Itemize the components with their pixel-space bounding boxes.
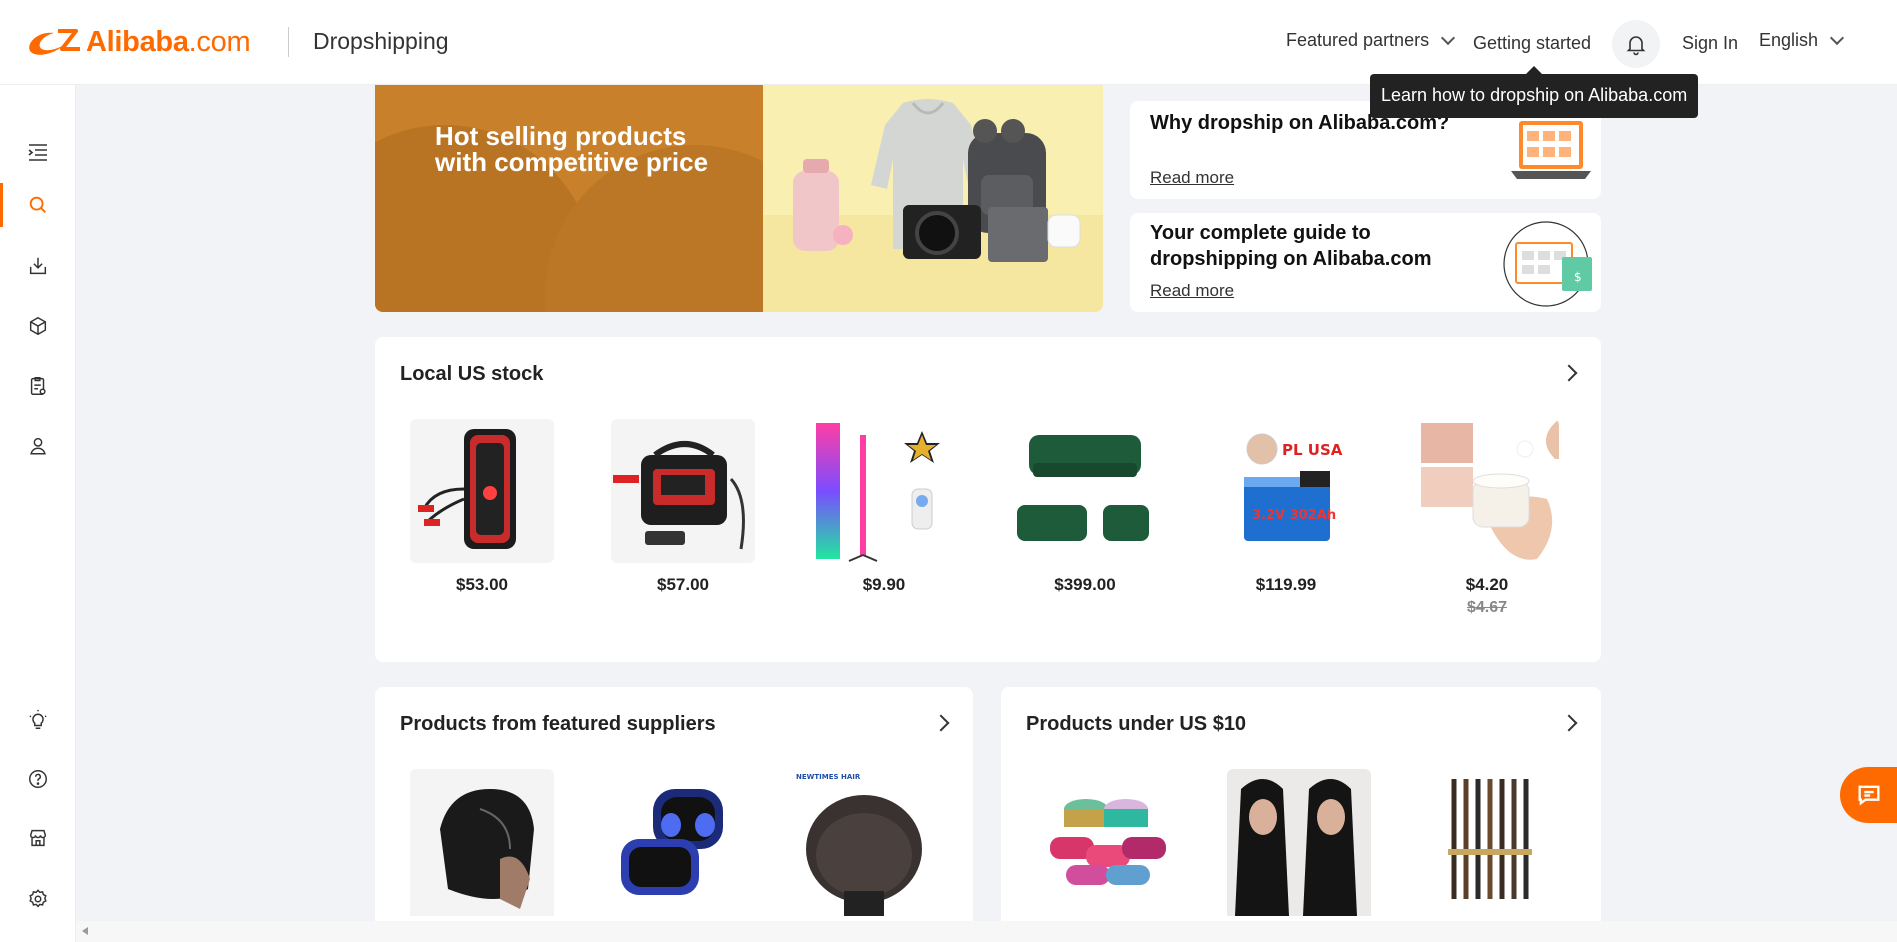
dropship-guide-title: Your complete guide to dropshipping on A…: [1150, 222, 1432, 270]
sidebar-menu-toggle[interactable]: [0, 129, 76, 177]
user-icon: [30, 437, 46, 455]
product-card[interactable]: [1418, 769, 1562, 916]
under-10-arrow-icon[interactable]: [1560, 714, 1578, 732]
language-label: English: [1759, 30, 1819, 50]
featured-suppliers-section: Products from featured suppliers NEWTIME…: [375, 687, 973, 921]
product-image: PL USA 3.2V 302Ah: [1214, 419, 1358, 563]
box-icon: [29, 316, 47, 336]
under-10-section: Products under US $10: [1001, 687, 1601, 921]
svg-text:NEWTIMES HAIR: NEWTIMES HAIR: [796, 773, 861, 781]
logo-text: Alibaba.com: [86, 25, 251, 58]
product-card[interactable]: PL USA 3.2V 302Ah $119.99: [1214, 419, 1358, 595]
product-price: $9.90: [862, 575, 906, 594]
product-price: $119.99: [1255, 575, 1317, 594]
featured-suppliers-arrow-icon[interactable]: [932, 714, 950, 732]
featured-suppliers-title: Products from featured suppliers: [400, 713, 716, 735]
product-card[interactable]: $4.20 $4.67: [1415, 419, 1559, 617]
product-price: $57.00: [657, 575, 709, 594]
clipboard-icon: [30, 377, 46, 395]
product-card[interactable]: $9.90: [812, 419, 956, 595]
product-original-price: $4.67: [1466, 599, 1508, 616]
dropship-guide-card[interactable]: Your complete guide to dropshipping on A…: [1130, 213, 1601, 312]
sidebar-item-store[interactable]: [0, 814, 76, 862]
banner-text-panel: Hot selling products with competitive pr…: [375, 85, 763, 312]
product-price: $399.00: [1054, 575, 1116, 594]
download-icon: [29, 257, 47, 275]
help-icon: [29, 770, 47, 788]
svg-text:$: $: [1574, 270, 1582, 284]
featured-partners-menu[interactable]: Featured partners: [1286, 30, 1456, 51]
product-image: NEWTIMES HAIR: [792, 769, 936, 916]
settings-icon: [29, 889, 47, 908]
lightbulb-icon: [29, 709, 47, 729]
product-image: [611, 419, 755, 563]
product-card[interactable]: $53.00: [410, 419, 554, 595]
menu-expand-icon: [28, 144, 47, 161]
chat-button[interactable]: [1840, 767, 1897, 823]
getting-started-link[interactable]: Getting started: [1473, 33, 1591, 54]
sidebar-item-account[interactable]: [0, 422, 76, 470]
sidebar-item-search[interactable]: [0, 181, 76, 229]
sidebar-item-import[interactable]: [0, 242, 76, 290]
product-card[interactable]: [1227, 769, 1371, 916]
why-dropship-read-more-link[interactable]: Read more: [1150, 168, 1234, 188]
product-card[interactable]: NEWTIMES HAIR: [792, 769, 936, 916]
chevron-down-icon: [1441, 30, 1456, 45]
local-us-stock-title: Local US stock: [400, 363, 544, 385]
featured-partners-label: Featured partners: [1286, 30, 1430, 50]
guide-illustration: $: [1503, 221, 1592, 307]
sidebar-item-help[interactable]: [0, 755, 76, 803]
under-10-title: Products under US $10: [1026, 713, 1247, 735]
left-sidebar: [0, 85, 76, 942]
product-image: [601, 769, 745, 916]
dropship-guide-read-more-link[interactable]: Read more: [1150, 281, 1234, 301]
product-image: [1013, 419, 1157, 563]
product-image: [410, 769, 554, 916]
svg-text:3.2V 302Ah: 3.2V 302Ah: [1252, 508, 1336, 523]
horizontal-scrollbar[interactable]: [76, 921, 1897, 942]
store-icon: [29, 829, 47, 847]
chevron-down-icon: [1829, 30, 1845, 45]
product-price: $53.00: [456, 575, 508, 594]
sidebar-item-tips[interactable]: [0, 696, 76, 744]
product-image: [812, 419, 956, 563]
sign-in-link[interactable]: Sign In: [1682, 33, 1738, 54]
product-image: [1227, 769, 1371, 916]
product-card[interactable]: [1036, 769, 1180, 916]
getting-started-tooltip: Learn how to dropship on Alibaba.com: [1370, 66, 1699, 118]
product-card[interactable]: $57.00: [611, 419, 755, 595]
sidebar-item-orders[interactable]: [0, 362, 76, 410]
search-icon: [29, 196, 46, 213]
product-image: [1036, 769, 1180, 916]
language-selector[interactable]: English: [1759, 30, 1845, 51]
notification-button[interactable]: [1612, 20, 1660, 68]
bell-icon: [1626, 36, 1646, 56]
banner-product-image: [763, 85, 1103, 312]
banner-headline: Hot selling products with competitive pr…: [435, 121, 709, 177]
sidebar-item-products[interactable]: [0, 302, 76, 350]
product-card[interactable]: $399.00: [1013, 419, 1157, 595]
header-divider: [288, 27, 289, 57]
product-image: [1418, 769, 1562, 916]
product-image: [1415, 419, 1559, 563]
alibaba-logo[interactable]: Alibaba.com: [24, 25, 251, 59]
product-price: $4.20: [1465, 575, 1509, 594]
product-card[interactable]: [601, 769, 745, 916]
scroll-left-arrow-icon[interactable]: [82, 927, 88, 935]
sidebar-item-settings[interactable]: [0, 875, 76, 923]
top-header: Alibaba.com Dropshipping Featured partne…: [0, 0, 1897, 85]
alibaba-logo-icon: [29, 29, 80, 55]
product-card[interactable]: [410, 769, 554, 916]
local-us-stock-section: Local US stock $53.00 $57.00 $9.90 $399.…: [375, 337, 1601, 662]
hero-banner[interactable]: Hot selling products with competitive pr…: [375, 85, 1103, 312]
chat-icon: [1858, 785, 1879, 806]
local-us-stock-arrow-icon[interactable]: [1560, 364, 1578, 382]
product-image: [410, 419, 554, 563]
svg-text:PL USA: PL USA: [1282, 441, 1343, 459]
laptop-illustration: [1511, 121, 1591, 179]
dropshipping-title: Dropshipping: [313, 28, 449, 54]
